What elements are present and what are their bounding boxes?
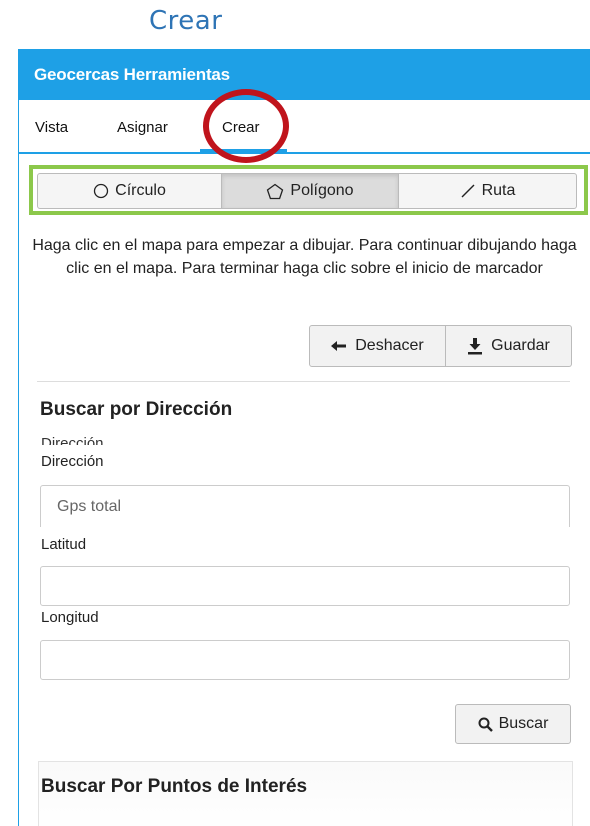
drawing-instructions: Haga clic en el mapa para empezar a dibu… [32, 237, 577, 277]
tab-asignar[interactable]: Asignar [117, 119, 168, 136]
search-label: Buscar [498, 715, 549, 732]
polygon-shape-label: Polígono [290, 182, 354, 199]
geofence-tools-panel: Geocercas Herramientas Vista Asignar Cre… [18, 49, 590, 826]
search-by-address-title: Buscar por Dirección [40, 399, 233, 420]
active-tab-indicator [200, 149, 287, 154]
polygon-shape-button[interactable]: Polígono [221, 173, 399, 209]
search-button[interactable]: Buscar [455, 704, 571, 744]
circle-icon [93, 183, 109, 199]
section-divider [37, 381, 570, 382]
download-icon [467, 337, 483, 355]
undo-label: Deshacer [355, 337, 424, 354]
route-shape-label: Ruta [481, 182, 516, 199]
circle-shape-label: Círculo [115, 182, 166, 199]
caption-title: Crear [149, 6, 223, 36]
circle-shape-button[interactable]: Círculo [37, 173, 222, 209]
search-by-poi-title[interactable]: Buscar Por Puntos de Interés [41, 776, 307, 798]
tab-vista[interactable]: Vista [35, 119, 68, 136]
save-button[interactable]: Guardar [446, 325, 572, 367]
address-input[interactable] [40, 485, 570, 527]
address-label: Dirección [41, 453, 104, 470]
search-icon [478, 717, 493, 732]
undo-button[interactable]: Deshacer [309, 325, 446, 367]
shape-selector-annotation-box: Círculo Polígono Ruta [29, 165, 588, 215]
latitude-label: Latitud [41, 536, 87, 553]
longitude-label: Longitud [41, 609, 99, 626]
tab-bar: Vista Asignar Crear [19, 100, 590, 154]
panel-title: Geocercas Herramientas [19, 49, 590, 100]
latitude-input[interactable] [40, 566, 570, 606]
tab-crear[interactable]: Crear [222, 119, 260, 136]
undo-arrow-icon [331, 340, 347, 352]
route-shape-button[interactable]: Ruta [398, 173, 577, 209]
clipped-address-label: Dirección [41, 435, 104, 445]
line-icon [460, 183, 476, 199]
pentagon-icon [266, 183, 284, 200]
edit-actions: Deshacer Guardar [309, 325, 572, 367]
save-label: Guardar [491, 337, 550, 354]
longitude-input[interactable] [40, 640, 570, 680]
